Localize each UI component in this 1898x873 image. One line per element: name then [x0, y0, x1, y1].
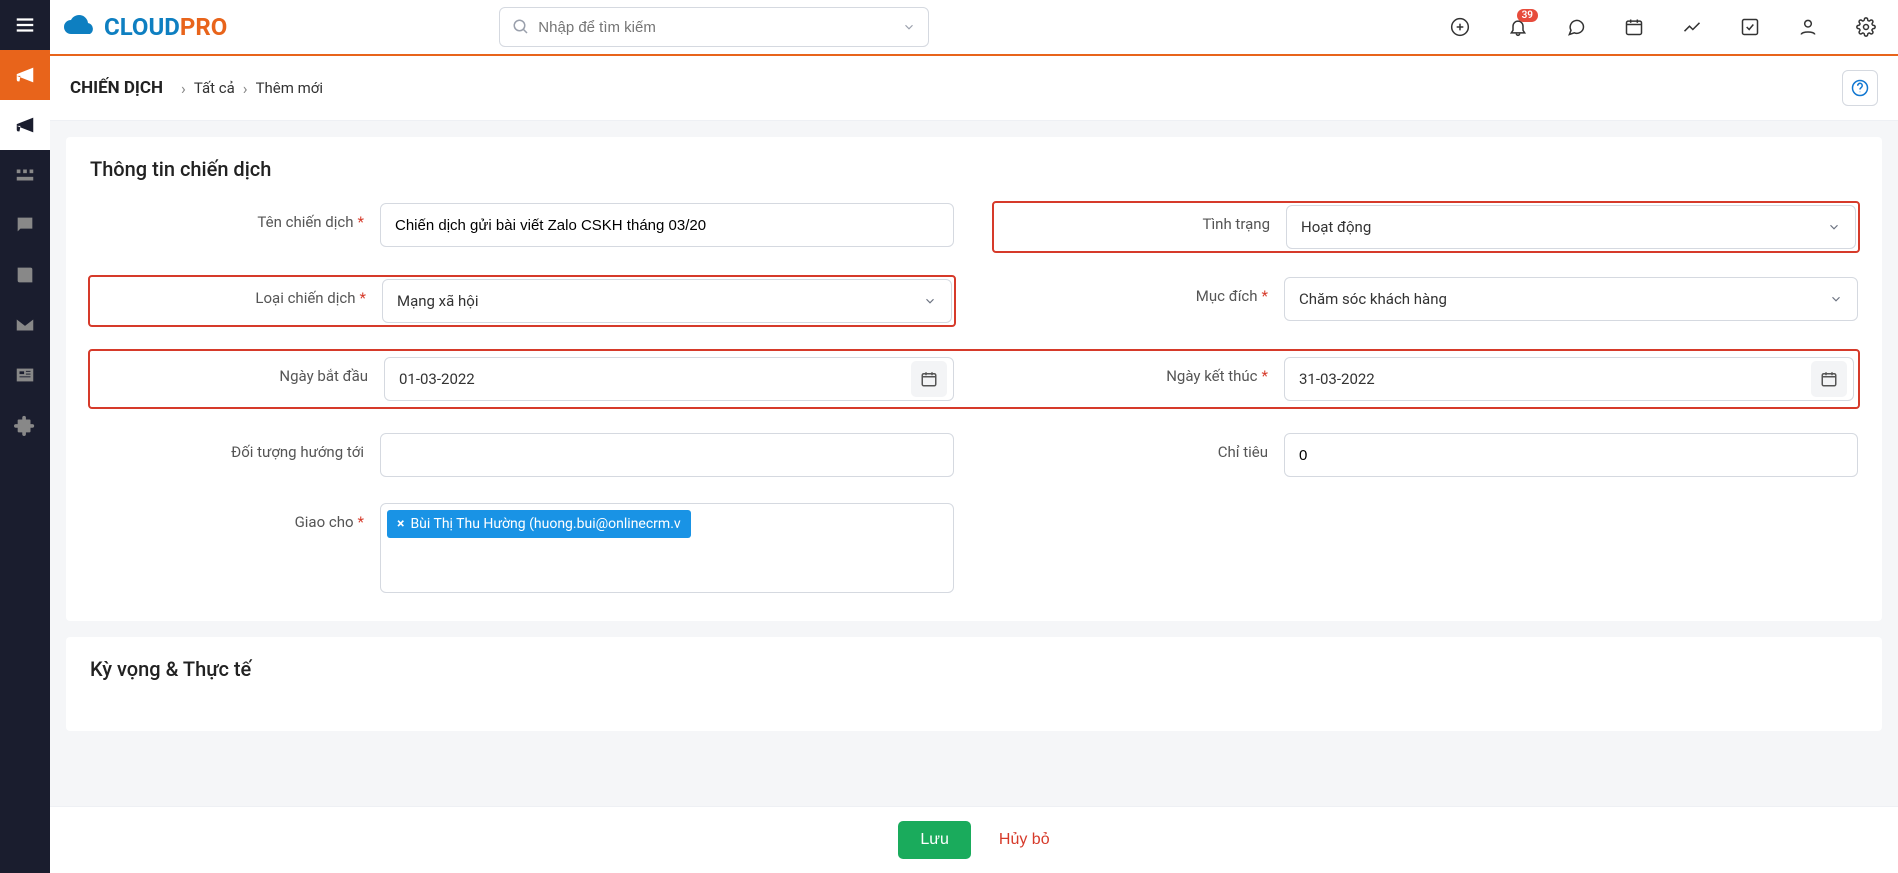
remove-tag-icon[interactable]: ×	[397, 516, 404, 532]
chevron-down-icon[interactable]	[902, 20, 916, 34]
select-value: Chăm sóc khách hàng	[1299, 290, 1447, 308]
logo-text-2: PRO	[180, 13, 227, 41]
label-assign-to: Giao cho*	[90, 503, 380, 531]
campaign-info-card: Thông tin chiến dịch Tên chiến dịch* Tìn…	[66, 137, 1882, 621]
help-button[interactable]	[1842, 70, 1878, 106]
chevron-down-icon	[923, 294, 937, 308]
sidebar-item-mail[interactable]	[0, 300, 50, 350]
row-status: Tình trạng Hoạt động	[994, 203, 1858, 251]
calendar-button[interactable]	[1614, 7, 1654, 47]
settings-button[interactable]	[1846, 7, 1886, 47]
row-target-audience: Đối tượng hướng tới	[90, 433, 954, 477]
calendar-icon	[920, 370, 938, 388]
breadcrumb-level1[interactable]: Tất cả	[194, 79, 235, 97]
label-target: Chỉ tiêu	[994, 433, 1284, 461]
breadcrumb-sep: ›	[181, 79, 186, 98]
breadcrumb-level2: Thêm mới	[256, 79, 323, 97]
sidebar-item-contacts[interactable]	[0, 150, 50, 200]
notification-badge: 39	[1517, 9, 1538, 22]
footer-actions: Lưu Hủy bỏ	[50, 806, 1898, 873]
row-purpose: Mục đích* Chăm sóc khách hàng	[994, 277, 1858, 325]
row-campaign-name: Tên chiến dịch*	[90, 203, 954, 251]
input-target[interactable]	[1284, 433, 1858, 477]
tasks-button[interactable]	[1730, 7, 1770, 47]
hamburger-menu[interactable]	[0, 0, 50, 50]
select-status[interactable]: Hoạt động	[1286, 205, 1856, 249]
input-campaign-name[interactable]	[380, 203, 954, 247]
label-target-audience: Đối tượng hướng tới	[90, 433, 380, 461]
expectations-card: Kỳ vọng & Thực tế	[66, 637, 1882, 731]
logo-text-1: CLOUD	[104, 13, 180, 41]
tag-label: Bùi Thị Thu Hường (huong.bui@onlinecrm.v	[410, 516, 680, 532]
select-purpose[interactable]: Chăm sóc khách hàng	[1284, 277, 1858, 321]
sidebar-item-marketing[interactable]	[0, 50, 50, 100]
logo[interactable]: CLOUDPRO	[62, 13, 227, 41]
select-value: Mạng xã hội	[397, 292, 478, 310]
select-campaign-type[interactable]: Mạng xã hội	[382, 279, 952, 323]
save-button[interactable]: Lưu	[898, 821, 971, 859]
section-title-2: Kỳ vọng & Thực tế	[90, 657, 1858, 681]
analytics-button[interactable]	[1672, 7, 1712, 47]
cancel-button[interactable]: Hủy bỏ	[999, 831, 1050, 849]
breadcrumb-row: CHIẾN DỊCH › Tất cả › Thêm mới	[50, 56, 1898, 121]
select-value: Hoạt động	[1301, 218, 1371, 236]
label-campaign-name: Tên chiến dịch*	[90, 203, 380, 231]
search-box[interactable]	[499, 7, 929, 47]
label-status: Tình trạng	[996, 205, 1286, 249]
row-assign-to: Giao cho* × Bùi Thị Thu Hường (huong.bui…	[90, 503, 954, 593]
date-value: 31-03-2022	[1299, 370, 1375, 388]
profile-button[interactable]	[1788, 7, 1828, 47]
chevron-down-icon	[1829, 292, 1843, 306]
breadcrumb-sep: ›	[243, 79, 248, 98]
tagbox-assign-to[interactable]: × Bùi Thị Thu Hường (huong.bui@onlinecrm…	[380, 503, 954, 593]
sidebar-item-news[interactable]	[0, 350, 50, 400]
notifications-button[interactable]: 39	[1498, 7, 1538, 47]
content: Thông tin chiến dịch Tên chiến dịch* Tìn…	[50, 121, 1898, 806]
calendar-icon	[1820, 370, 1838, 388]
label-start-date: Ngày bắt đầu	[94, 357, 384, 385]
search-input[interactable]	[538, 19, 894, 36]
sidebar	[0, 0, 50, 873]
row-start-date: Ngày bắt đầu 01-03-2022	[94, 357, 954, 401]
comments-button[interactable]	[1556, 7, 1596, 47]
sidebar-item-extensions[interactable]	[0, 400, 50, 450]
row-campaign-type: Loại chiến dịch* Mạng xã hội	[90, 277, 954, 325]
section-title: Thông tin chiến dịch	[90, 157, 1858, 181]
label-end-date: Ngày kết thúc*	[994, 357, 1284, 385]
label-purpose: Mục đích*	[994, 277, 1284, 305]
input-target-audience[interactable]	[380, 433, 954, 477]
cloud-icon	[62, 14, 98, 40]
input-end-date[interactable]: 31-03-2022	[1284, 357, 1854, 401]
chevron-down-icon	[1827, 220, 1841, 234]
help-icon	[1851, 79, 1869, 97]
topbar-right: 39	[1440, 7, 1886, 47]
assignee-tag[interactable]: × Bùi Thị Thu Hường (huong.bui@onlinecrm…	[387, 510, 691, 538]
label-campaign-type: Loại chiến dịch*	[92, 279, 382, 323]
breadcrumb-module[interactable]: CHIẾN DỊCH	[70, 78, 163, 98]
input-start-date[interactable]: 01-03-2022	[384, 357, 954, 401]
row-date-range-highlight: Ngày bắt đầu 01-03-2022 Ngày kết thúc*	[90, 351, 1858, 407]
row-target: Chỉ tiêu	[994, 433, 1858, 477]
sidebar-item-campaign[interactable]	[0, 100, 50, 150]
sidebar-item-book[interactable]	[0, 250, 50, 300]
main: CLOUDPRO 39	[50, 0, 1898, 873]
date-value: 01-03-2022	[399, 370, 475, 388]
topbar: CLOUDPRO 39	[50, 0, 1898, 56]
add-button[interactable]	[1440, 7, 1480, 47]
sidebar-item-chat[interactable]	[0, 200, 50, 250]
search-icon	[512, 18, 530, 36]
row-end-date: Ngày kết thúc* 31-03-2022	[994, 357, 1854, 401]
